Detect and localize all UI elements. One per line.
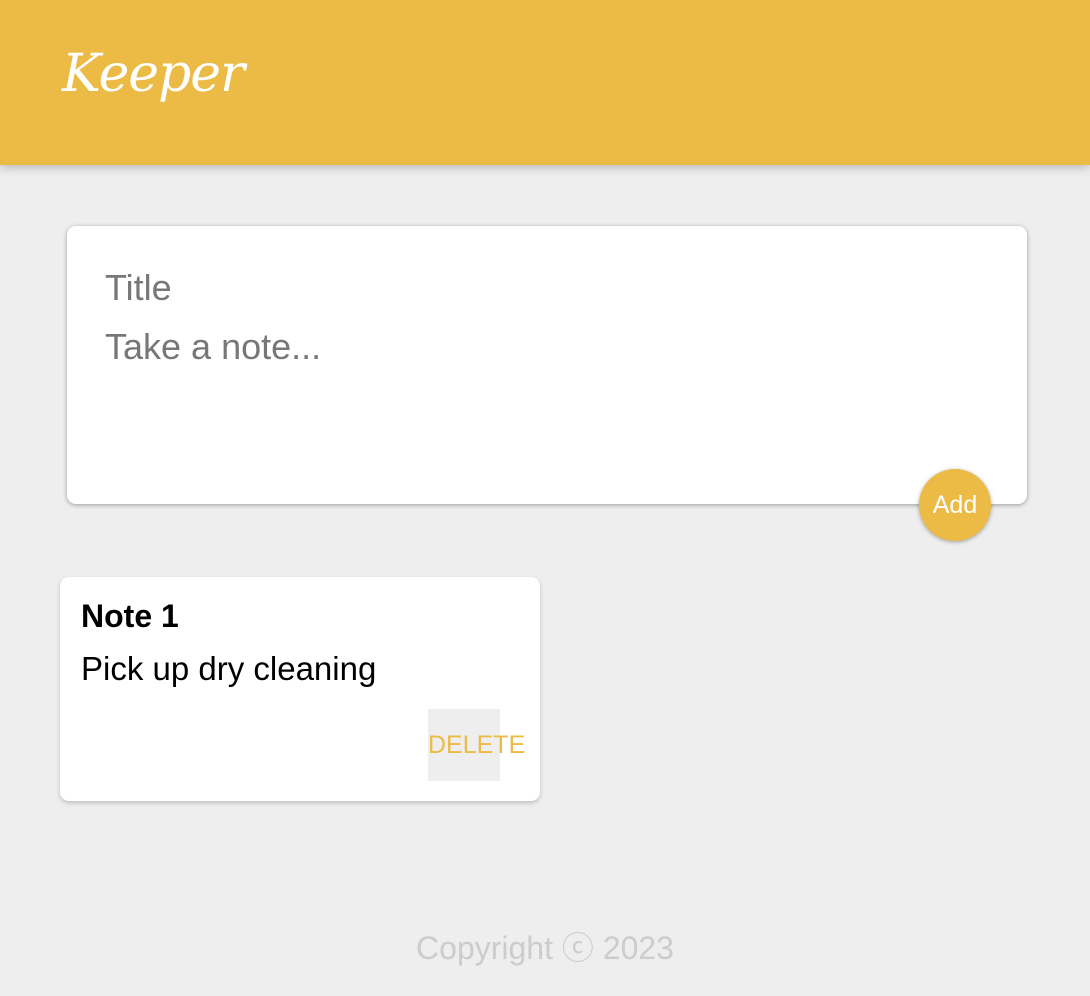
note-content: Pick up dry cleaning bbox=[81, 650, 377, 687]
note-title-input[interactable] bbox=[105, 266, 985, 310]
note-card: Note 1 Pick up dry cleaning DELETE bbox=[60, 577, 540, 801]
copyright-text: Copyright ⓒ 2023 bbox=[416, 930, 674, 966]
footer: Copyright ⓒ 2023 bbox=[0, 926, 1090, 970]
note-content-input[interactable] bbox=[105, 326, 985, 466]
delete-note-button[interactable]: DELETE bbox=[428, 709, 525, 781]
app-title: Keeper bbox=[62, 44, 245, 104]
app-header: Keeper bbox=[0, 0, 1090, 165]
note-title: Note 1 bbox=[81, 598, 179, 634]
add-note-button[interactable]: Add bbox=[919, 469, 991, 541]
create-note-form bbox=[67, 226, 1027, 504]
